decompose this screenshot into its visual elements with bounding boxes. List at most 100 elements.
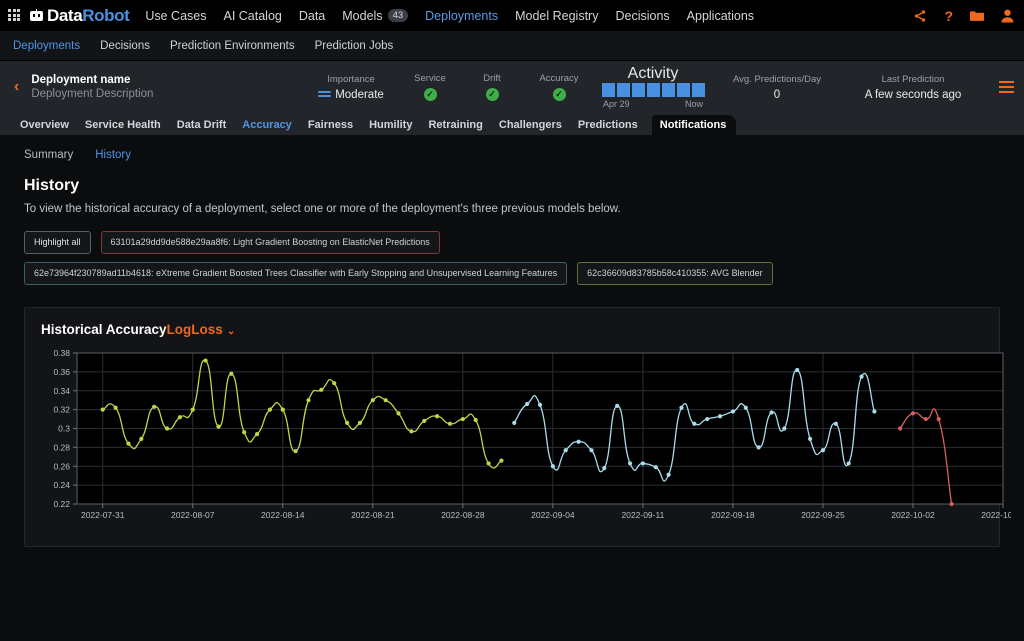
deployment-metrics: Importance Moderate Service ✓ Drift ✓ Ac… (303, 65, 1014, 109)
avg-predictions-value: 0 (711, 89, 843, 101)
tab-challengers[interactable]: Challengers (499, 119, 562, 135)
svg-text:0.28: 0.28 (53, 442, 70, 452)
metric-importance: Importance Moderate (303, 74, 399, 101)
help-icon[interactable]: ? (944, 8, 953, 24)
nav-link-data[interactable]: Data (299, 9, 325, 23)
svg-text:0.38: 0.38 (53, 348, 70, 358)
importance-value: Moderate (335, 89, 384, 101)
nav-label: Model Registry (515, 9, 598, 23)
back-arrow-icon[interactable]: ‹ (14, 79, 19, 95)
deployment-header: ‹ Deployment name Deployment Description… (0, 61, 1024, 113)
metric-label: Avg. Predictions/Day (711, 74, 843, 85)
tab-service-health[interactable]: Service Health (85, 119, 161, 135)
accuracy-level-tabs: Summary History (24, 149, 1000, 161)
subnav-item-deployments[interactable]: Deployments (13, 40, 80, 52)
nav-label: Applications (687, 9, 754, 23)
level-tab-history[interactable]: History (95, 149, 131, 161)
chart-metric-name[interactable]: LogLoss (167, 322, 223, 337)
last-prediction-value: A few seconds ago (843, 89, 983, 101)
metric-label: Last Prediction (843, 74, 983, 85)
tab-humility[interactable]: Humility (369, 119, 412, 135)
activity-end-label: Now (685, 99, 703, 109)
metric-drift: Drift ✓ (461, 73, 523, 101)
nav-link-models[interactable]: Models 43 (342, 9, 408, 23)
chart-title: Historical AccuracyLogLoss⌄ (41, 322, 989, 337)
svg-text:2022-08-07: 2022-08-07 (171, 510, 215, 520)
tab-predictions[interactable]: Predictions (578, 119, 638, 135)
page-content: Summary History History To view the hist… (0, 135, 1024, 547)
model-chip-avg-blender[interactable]: 62c36609d83785b58c410355: AVG Blender (577, 262, 772, 285)
tab-data-drift[interactable]: Data Drift (177, 119, 227, 135)
top-nav-actions: ? (913, 8, 1014, 24)
highlight-all-button[interactable]: Highlight all (24, 231, 91, 254)
svg-text:2022-10-02: 2022-10-02 (891, 510, 935, 520)
activity-range: Apr 29 Now (603, 99, 703, 109)
datarobot-logo[interactable]: DataRobot (30, 7, 129, 24)
model-chip-xgboost[interactable]: 62e73964f230789ad11b4618: eXtreme Gradie… (24, 262, 567, 285)
grid-apps-icon[interactable] (8, 9, 21, 22)
primary-nav-links: Use Cases AI Catalog Data Models 43 Deplo… (145, 9, 913, 23)
metric-label: Service (399, 73, 461, 84)
hamburger-menu-icon[interactable] (999, 81, 1014, 94)
nav-label: Data (299, 9, 325, 23)
svg-text:0.34: 0.34 (53, 385, 70, 395)
deployment-title-block: Deployment name Deployment Description (31, 74, 303, 100)
models-count-badge: 43 (388, 9, 409, 23)
nav-label: Models (342, 9, 382, 23)
svg-text:0.32: 0.32 (53, 404, 70, 414)
svg-text:2022-08-14: 2022-08-14 (261, 510, 305, 520)
subnav-item-prediction-jobs[interactable]: Prediction Jobs (315, 40, 394, 52)
level-tab-summary[interactable]: Summary (24, 149, 73, 161)
activity-label: Activity (595, 65, 711, 83)
page-title: History (24, 177, 1000, 195)
nav-link-model-registry[interactable]: Model Registry (515, 9, 598, 23)
accuracy-status-check-icon: ✓ (553, 88, 566, 101)
page-subtitle: To view the historical accuracy of a dep… (24, 203, 1000, 215)
metric-label: Importance (303, 74, 399, 85)
svg-text:2022-09-25: 2022-09-25 (801, 510, 845, 520)
activity-start-label: Apr 29 (603, 99, 630, 109)
svg-text:2022-09-18: 2022-09-18 (711, 510, 755, 520)
tab-notifications[interactable]: Notifications (652, 115, 737, 135)
deployment-name: Deployment name (31, 74, 303, 86)
nav-link-use-cases[interactable]: Use Cases (145, 9, 206, 23)
metric-service: Service ✓ (399, 73, 461, 101)
folder-icon[interactable] (970, 10, 984, 22)
model-chip-lightgbm[interactable]: 63101a29dd9de588e29aa8f6: Light Gradient… (101, 231, 440, 254)
datarobot-deployment-accuracy-page: DataRobot Use Cases AI Catalog Data Mode… (0, 0, 1024, 641)
deployment-description: Deployment Description (31, 88, 303, 100)
chevron-down-icon[interactable]: ⌄ (227, 326, 235, 337)
metric-accuracy: Accuracy ✓ (523, 73, 595, 101)
tab-fairness[interactable]: Fairness (308, 119, 353, 135)
nav-label: Use Cases (145, 9, 206, 23)
brand-part-2: Robot (82, 6, 129, 25)
svg-text:0.36: 0.36 (53, 366, 70, 376)
user-icon[interactable] (1001, 9, 1014, 23)
nav-label: Decisions (615, 9, 669, 23)
subnav-item-prediction-environments[interactable]: Prediction Environments (170, 40, 295, 52)
nav-link-ai-catalog[interactable]: AI Catalog (223, 9, 281, 23)
top-navigation-bar: DataRobot Use Cases AI Catalog Data Mode… (0, 0, 1024, 31)
historical-accuracy-chart-panel: Historical AccuracyLogLoss⌄ 0.220.240.26… (24, 307, 1000, 547)
brand-wordmark: DataRobot (47, 7, 129, 24)
metric-label: Accuracy (523, 73, 595, 84)
nav-link-deployments[interactable]: Deployments (425, 9, 498, 23)
metric-activity: Activity Apr 29 Now (595, 65, 711, 109)
tab-retraining[interactable]: Retraining (428, 119, 482, 135)
metric-value-wrap: ✓ (523, 88, 595, 101)
metric-last-prediction: Last Prediction A few seconds ago (843, 74, 983, 101)
nav-link-decisions[interactable]: Decisions (615, 9, 669, 23)
activity-bar-chart (595, 83, 711, 97)
metric-avg-predictions-per-day: Avg. Predictions/Day 0 (711, 74, 843, 101)
tab-overview[interactable]: Overview (20, 119, 69, 135)
share-icon[interactable] (913, 9, 927, 23)
subnav-item-decisions[interactable]: Decisions (100, 40, 150, 52)
metric-label: Drift (461, 73, 523, 84)
service-status-check-icon: ✓ (424, 88, 437, 101)
svg-text:2022-09-11: 2022-09-11 (621, 510, 664, 520)
robot-icon (30, 9, 43, 23)
nav-link-applications[interactable]: Applications (687, 9, 754, 23)
metric-value-wrap: ✓ (399, 88, 461, 101)
metric-value-wrap: Moderate (303, 89, 399, 101)
tab-accuracy[interactable]: Accuracy (242, 119, 292, 135)
